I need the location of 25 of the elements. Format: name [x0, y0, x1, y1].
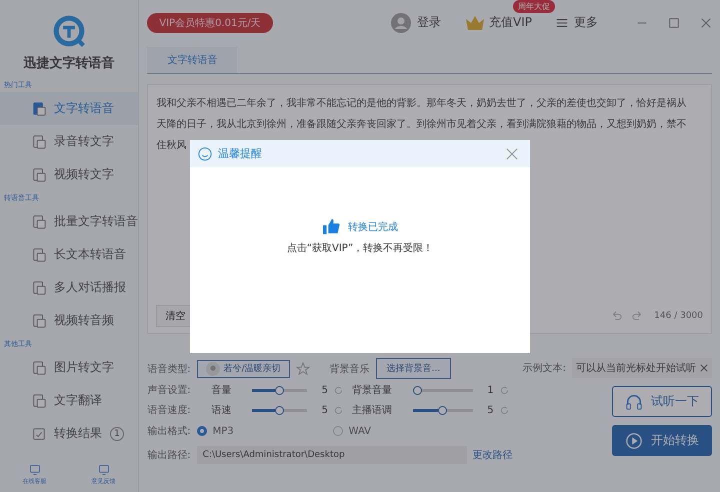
slider-label: 音量	[211, 384, 232, 397]
dialog-message: 点击“获取VIP”，转换不再受限！	[286, 242, 434, 255]
slider-value: 5	[486, 404, 494, 416]
editor-text-line: 住秋风	[156, 138, 186, 153]
editor-text-line: 天降的日子，我从北京到徐州，准备跟随父亲奔丧回家了。到徐州市见着父亲，看到满院狼藉的物品，又想到奶奶，禁不	[156, 118, 686, 132]
field-label: 输出路径:	[147, 448, 191, 462]
promo-badge: 周年大促	[513, 0, 556, 13]
dialog-title: 温馨提醒	[218, 146, 262, 161]
field-label: 语音速度:	[147, 404, 192, 417]
slider-value: 5	[320, 384, 328, 396]
field-label: 示例文本:	[522, 362, 566, 375]
slider-label: 语速	[211, 404, 232, 417]
character-count: 146 / 3000	[654, 311, 703, 321]
slider-label: 主播语调	[352, 404, 393, 417]
field-label: 输出格式:	[147, 424, 191, 438]
field-label: 语音类型:	[147, 362, 191, 376]
slider-value: 5	[320, 404, 328, 416]
field-label: 声音设置:	[147, 384, 192, 397]
slider-value: 1	[486, 384, 494, 396]
slider-label: 背景音量	[352, 384, 393, 397]
field-label: 背景音乐	[330, 362, 370, 376]
result-count: 1	[110, 426, 124, 440]
app-title: 迅捷文字转语音	[22, 54, 116, 72]
status-text: 转换已完成	[348, 220, 398, 234]
editor-text-line: 我和父亲不相遇已二年余了，我非常不能忘记的是他的背影。那年冬天，奶奶去世了，父亲的差使也交卸了，恰好是祸从	[156, 96, 686, 111]
